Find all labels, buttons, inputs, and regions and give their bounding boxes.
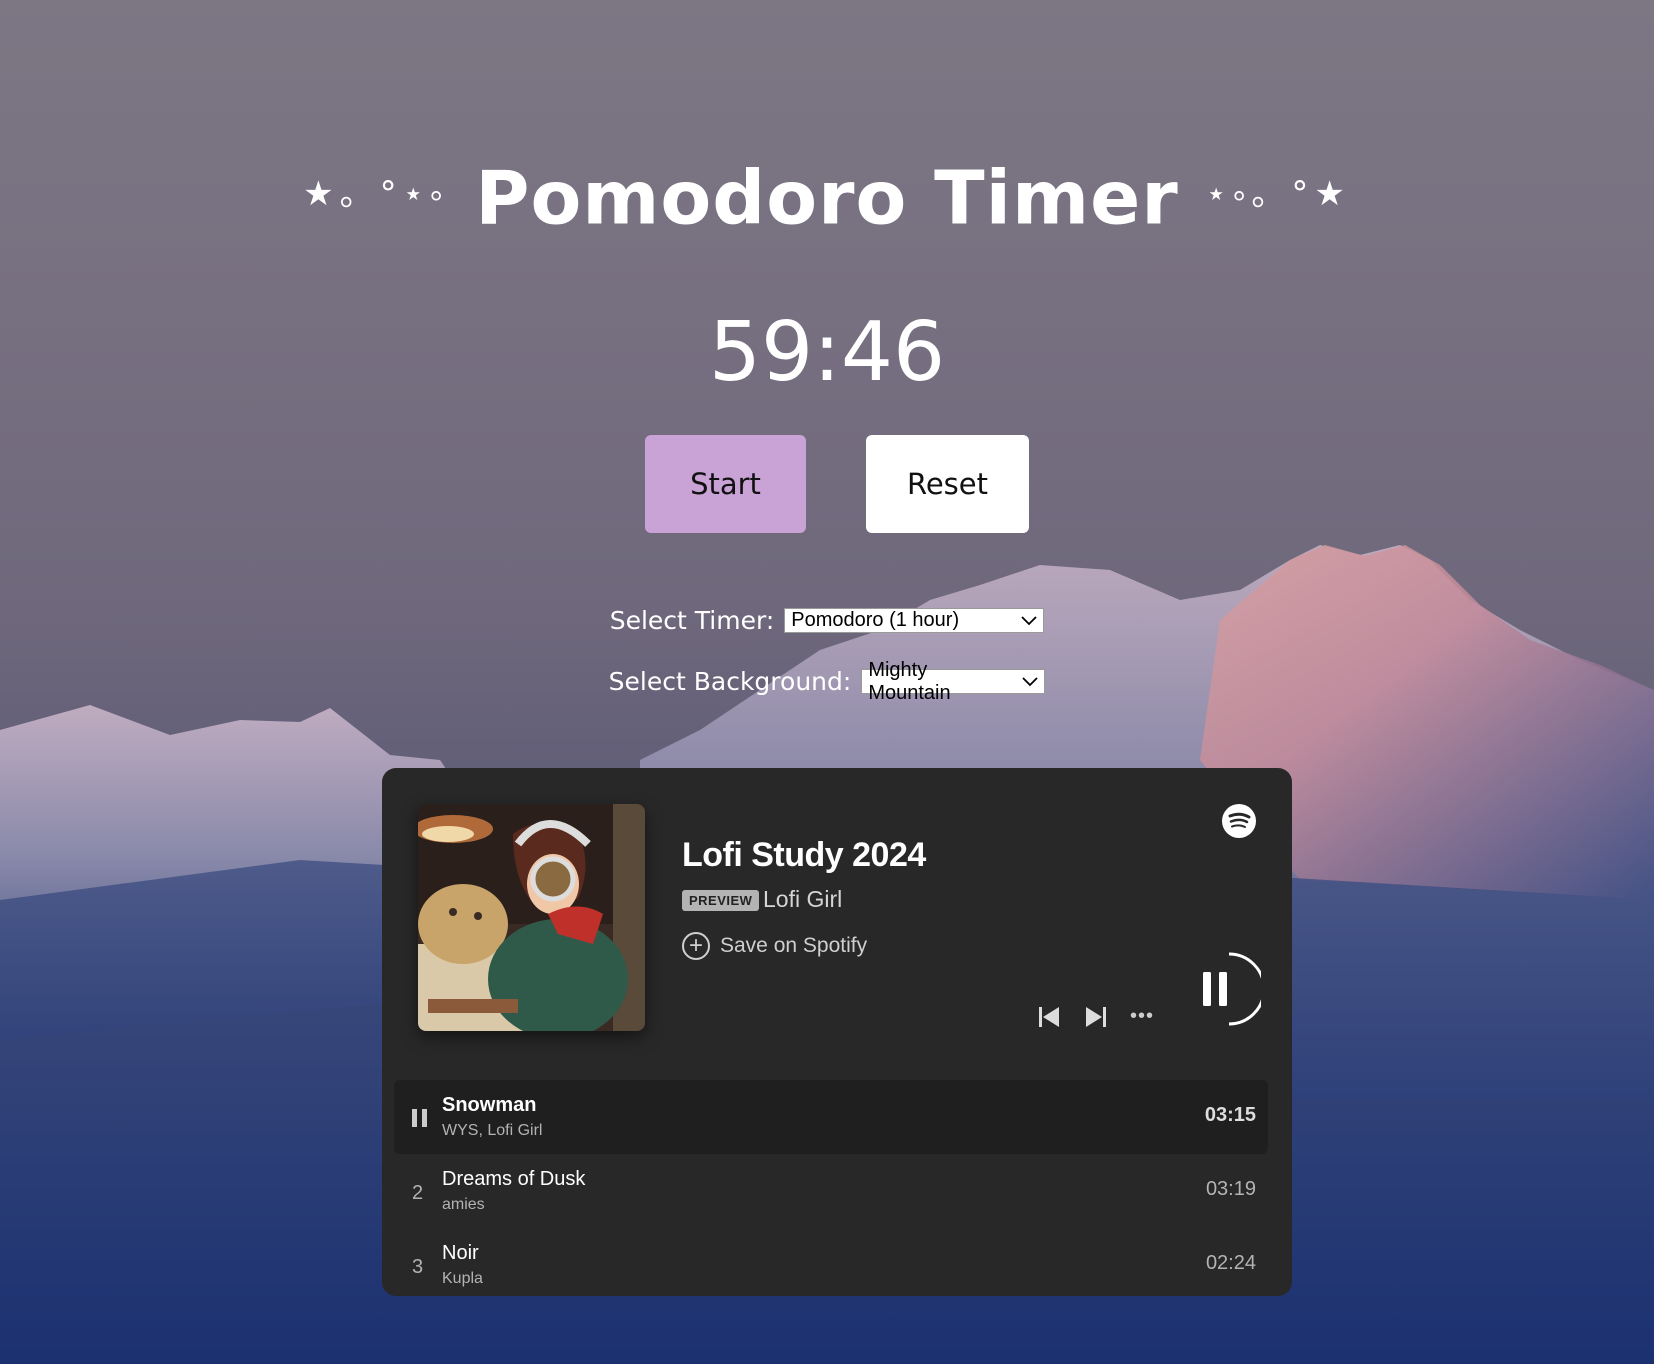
- background-select[interactable]: Mighty Mountain: [861, 659, 1046, 704]
- page-title: ★。°⋆༚ Pomodoro Timer ⋆༚。°★: [0, 155, 1654, 251]
- track-name: Noir: [442, 1242, 479, 1264]
- track-duration: 02:24: [1205, 1252, 1256, 1274]
- title-decoration-right: ⋆༚。°★: [1205, 174, 1351, 214]
- background-select-row: Select Background: Mighty Mountain: [0, 659, 1654, 704]
- track-list: Snowman WYS, Lofi Girl 03:15 2 Dreams of…: [394, 1080, 1268, 1296]
- timer-select-value: Pomodoro (1 hour): [791, 609, 960, 631]
- next-icon[interactable]: [1083, 1004, 1109, 1030]
- track-artist: amies: [442, 1196, 485, 1213]
- timer-display: 59:46: [708, 305, 946, 400]
- timer-select-label: Select Timer:: [609, 606, 775, 635]
- pause-icon[interactable]: [1197, 952, 1261, 1026]
- chevron-down-icon: [1021, 613, 1037, 629]
- background-select-value: Mighty Mountain: [868, 658, 951, 704]
- track-artist: WYS, Lofi Girl: [442, 1122, 543, 1139]
- track-pause-icon[interactable]: [410, 1108, 430, 1128]
- preview-badge: PREVIEW: [682, 890, 760, 911]
- track-number: 3: [412, 1256, 424, 1278]
- playlist-title: Lofi Study 2024: [682, 836, 926, 874]
- start-button[interactable]: Start: [645, 435, 806, 533]
- more-icon[interactable]: •••: [1130, 1005, 1154, 1028]
- track-duration: 03:19: [1205, 1178, 1256, 1200]
- track-row[interactable]: Snowman WYS, Lofi Girl 03:15: [394, 1080, 1268, 1154]
- playlist-artist[interactable]: Lofi Girl: [763, 886, 842, 913]
- chevron-down-icon: [1022, 674, 1038, 690]
- track-row[interactable]: 2 Dreams of Dusk amies 03:19: [394, 1154, 1268, 1228]
- track-row[interactable]: 3 Noir Kupla 02:24: [394, 1228, 1268, 1296]
- spotify-icon[interactable]: [1222, 804, 1256, 838]
- save-label: Save on Spotify: [720, 934, 868, 957]
- track-duration: 03:15: [1204, 1104, 1256, 1126]
- title-text: Pomodoro Timer: [475, 155, 1179, 242]
- timer-select[interactable]: Pomodoro (1 hour): [784, 608, 1045, 633]
- playlist-cover-image: [418, 804, 645, 1031]
- track-number: 2: [412, 1182, 424, 1204]
- track-name: Snowman: [442, 1094, 537, 1116]
- timer-select-row: Select Timer: Pomodoro (1 hour): [0, 606, 1654, 635]
- track-name: Dreams of Dusk: [442, 1168, 586, 1190]
- background-select-label: Select Background:: [608, 667, 852, 696]
- spotify-player: Lofi Study 2024 PREVIEW Lofi Girl + Save…: [382, 768, 1292, 1296]
- add-icon: +: [682, 932, 710, 960]
- save-on-spotify-button[interactable]: + Save on Spotify: [682, 932, 867, 960]
- title-decoration-left: ★。°⋆༚: [303, 174, 449, 214]
- reset-button[interactable]: Reset: [866, 435, 1029, 533]
- previous-icon[interactable]: [1036, 1004, 1062, 1030]
- track-artist: Kupla: [442, 1270, 483, 1287]
